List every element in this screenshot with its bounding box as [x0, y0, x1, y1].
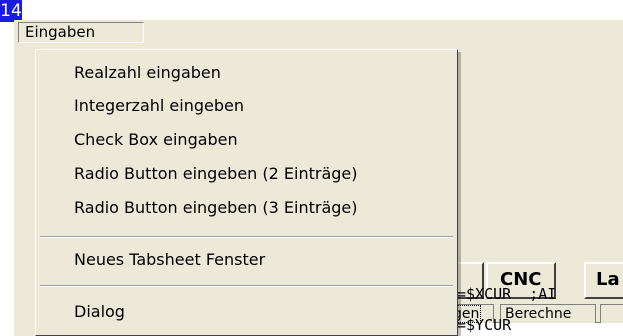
menu-item-realzahl[interactable]: Realzahl eingaben [74, 62, 221, 84]
eingaben-dropdown-menu [35, 49, 458, 336]
menu-item-radio-2[interactable]: Radio Button eingeben (2 Einträge) [74, 163, 357, 185]
menu-item-radio-3[interactable]: Radio Button eingeben (3 Einträge) [74, 197, 357, 219]
code-line-1: =$XCUR ;AI [457, 285, 557, 303]
tab-berechne[interactable]: Berechne [500, 304, 596, 324]
menu-separator [40, 285, 453, 287]
menu-item-checkbox[interactable]: Check Box eingaben [74, 129, 238, 151]
menu-item-tabsheet[interactable]: Neues Tabsheet Fenster [74, 249, 265, 271]
step-number-badge: 14 [0, 0, 22, 22]
menu-eingaben[interactable]: Eingaben [18, 22, 144, 43]
la-button[interactable]: La [584, 262, 623, 299]
menu-item-dialog[interactable]: Dialog [74, 301, 125, 323]
tab-partial[interactable] [600, 304, 623, 324]
code-line-2: =$YCUR [457, 316, 512, 334]
menu-separator [40, 236, 453, 238]
menu-item-integerzahl[interactable]: Integerzahl eingeben [74, 95, 244, 117]
